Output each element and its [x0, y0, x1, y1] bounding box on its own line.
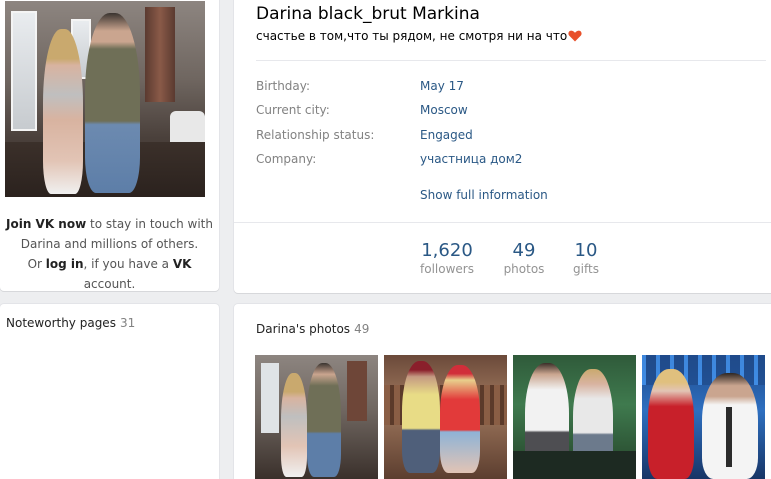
avatar-card: Join VK now to stay in touch with Darina… — [0, 0, 219, 291]
birthday-label: Birthday: — [256, 79, 311, 93]
photos-count: 49 — [512, 240, 536, 261]
noteworthy-pages-card: Noteworthy pages 31 — [0, 304, 219, 479]
join-text: Join VK now to stay in touch with Darina… — [6, 217, 213, 291]
company-label: Company: — [256, 152, 317, 166]
photos-header[interactable]: Darina's photos 49 — [256, 322, 369, 336]
company-value[interactable]: участница дом2 — [420, 152, 522, 166]
birthday-value[interactable]: May 17 — [420, 79, 464, 93]
relationship-label: Relationship status: — [256, 128, 375, 142]
noteworthy-count: 31 — [119, 316, 136, 330]
gifts-label: gifts — [573, 262, 599, 276]
heart-emoji-icon — [568, 30, 582, 42]
followers-counter[interactable]: 1,620 followers — [414, 240, 480, 276]
divider — [234, 222, 771, 223]
photos-card: Darina's photos 49 — [234, 304, 771, 479]
gifts-counter[interactable]: 10 gifts — [562, 240, 610, 276]
photo-thumbnail[interactable] — [513, 355, 636, 479]
photos-counter[interactable]: 49 photos — [496, 240, 552, 276]
divider — [256, 60, 766, 61]
gifts-count: 10 — [574, 240, 598, 261]
profile-status: счастье в том,что ты рядом, не смотря ни… — [256, 28, 582, 43]
followers-count: 1,620 — [421, 240, 473, 261]
show-full-info-link[interactable]: Show full information — [420, 188, 548, 202]
photo-thumbnail[interactable] — [384, 355, 507, 479]
photos-label: photos — [503, 262, 545, 276]
login-link[interactable]: log in — [46, 257, 84, 271]
photo-thumbnail[interactable] — [642, 355, 765, 479]
city-label: Current city: — [256, 103, 330, 117]
join-vk-link[interactable]: Join VK now — [6, 217, 86, 231]
profile-info-card: Darina black_brut Markina счастье в том,… — [234, 0, 771, 293]
profile-photo[interactable] — [5, 1, 205, 197]
noteworthy-pages-header[interactable]: Noteworthy pages 31 — [6, 316, 135, 330]
city-value[interactable]: Moscow — [420, 103, 468, 117]
photo-thumbnail[interactable] — [255, 355, 378, 479]
photos-header-count: 49 — [354, 322, 370, 336]
relationship-value[interactable]: Engaged — [420, 128, 473, 142]
profile-name: Darina black_brut Markina — [256, 4, 480, 24]
followers-label: followers — [420, 262, 474, 276]
